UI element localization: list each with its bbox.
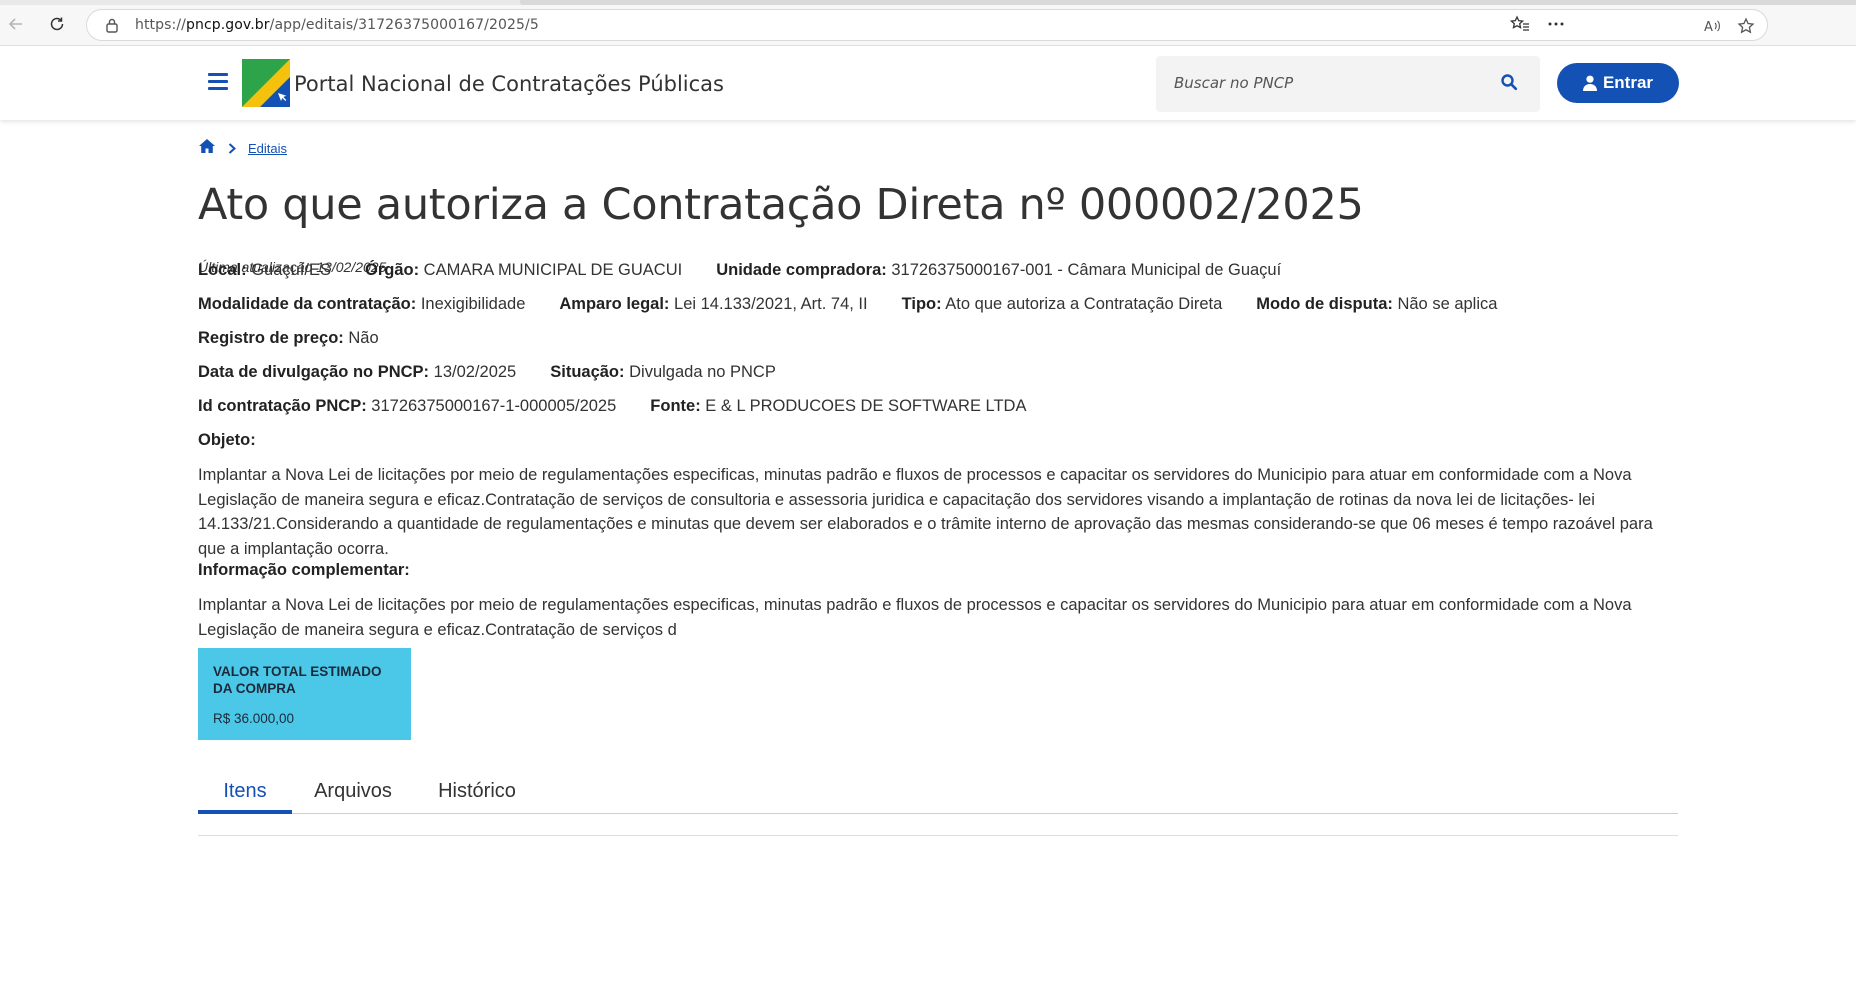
objeto-label: Objeto: bbox=[198, 431, 256, 449]
search-input[interactable]: Buscar no PNCP bbox=[1156, 56, 1540, 112]
page-title: Ato que autoriza a Contratação Direta nº… bbox=[198, 180, 1364, 230]
field-label: Id contratação PNCP: bbox=[198, 397, 367, 415]
svg-text:A: A bbox=[1704, 20, 1713, 34]
valor-total-card: VALOR TOTAL ESTIMADO DA COMPRA R$ 36.000… bbox=[198, 648, 411, 740]
field-label: Unidade compradora: bbox=[716, 261, 887, 279]
field-data-divulgacao: Data de divulgação no PNCP: 13/02/2025 bbox=[198, 363, 516, 382]
field-local: Local: Guaçuí/ES bbox=[198, 261, 331, 280]
tab-arquivos[interactable]: Arquivos bbox=[292, 776, 414, 814]
field-row-5: Id contratação PNCP: 31726375000167-1-00… bbox=[198, 397, 1066, 416]
tab-itens[interactable]: Itens bbox=[198, 776, 292, 814]
field-label: Local: bbox=[198, 261, 247, 279]
valor-total-label: VALOR TOTAL ESTIMADO DA COMPRA bbox=[213, 664, 382, 696]
field-value: Não bbox=[348, 329, 379, 347]
field-fonte: Fonte: E & L PRODUCOES DE SOFTWARE LTDA bbox=[650, 397, 1026, 416]
field-label: Fonte: bbox=[650, 397, 701, 415]
favorites-icon[interactable] bbox=[1508, 12, 1532, 36]
tab-historico[interactable]: Histórico bbox=[414, 776, 540, 814]
objeto-text: Implantar a Nova Lei de licitações por m… bbox=[198, 466, 1653, 558]
field-id-contratacao: Id contratação PNCP: 31726375000167-1-00… bbox=[198, 397, 616, 416]
field-row-2: Modalidade da contratação: Inexigibilida… bbox=[198, 295, 1537, 314]
login-label: Entrar bbox=[1602, 73, 1654, 92]
url-host: pncp.gov.br bbox=[185, 17, 270, 33]
field-orgao: Órgão: CAMARA MUNICIPAL DE GUACUI bbox=[365, 261, 682, 280]
field-row-4: Data de divulgação no PNCP: 13/02/2025 S… bbox=[198, 363, 816, 382]
field-situacao: Situação: Divulgada no PNCP bbox=[550, 363, 776, 382]
field-tipo: Tipo: Ato que autoriza a Contratação Dir… bbox=[902, 295, 1223, 314]
field-label: Modo de disputa: bbox=[1256, 295, 1393, 313]
informacao-complementar-label: Informação complementar: bbox=[198, 561, 410, 579]
home-icon[interactable] bbox=[198, 138, 216, 159]
field-label: Amparo legal: bbox=[559, 295, 670, 313]
field-value: Ato que autoriza a Contratação Direta bbox=[945, 295, 1223, 313]
field-row-1: Local: Guaçuí/ES Órgão: CAMARA MUNICIPAL… bbox=[198, 261, 1321, 280]
field-modalidade: Modalidade da contratação: Inexigibilida… bbox=[198, 295, 525, 314]
site-header: Portal Nacional de Contratações Públicas… bbox=[0, 46, 1856, 120]
tab-strip-right bbox=[520, 0, 1856, 5]
site-title[interactable]: Portal Nacional de Contratações Públicas bbox=[294, 72, 724, 96]
field-value: E & L PRODUCOES DE SOFTWARE LTDA bbox=[705, 397, 1027, 415]
reload-icon[interactable] bbox=[45, 12, 69, 36]
favorite-star-icon[interactable] bbox=[1735, 15, 1757, 37]
browser-chrome: https://pncp.gov.br/app/editais/31726375… bbox=[0, 0, 1856, 46]
field-label: Tipo: bbox=[901, 295, 942, 313]
field-value: Lei 14.133/2021, Art. 74, II bbox=[674, 295, 868, 313]
field-value: Não se aplica bbox=[1397, 295, 1498, 313]
field-value: Inexigibilidade bbox=[420, 295, 526, 313]
back-icon[interactable] bbox=[4, 12, 28, 36]
search-icon[interactable] bbox=[1500, 73, 1518, 96]
url-text[interactable]: https://pncp.gov.br/app/editais/31726375… bbox=[135, 17, 539, 33]
field-row-3: Registro de preço: Não bbox=[198, 329, 419, 348]
url-scheme: https:// bbox=[135, 17, 186, 33]
user-icon bbox=[1582, 75, 1597, 91]
tabs: Itens Arquivos Histórico bbox=[198, 776, 1678, 814]
more-options-icon[interactable] bbox=[1544, 12, 1568, 36]
chevron-right-icon bbox=[228, 141, 236, 157]
field-value: CAMARA MUNICIPAL DE GUACUI bbox=[423, 261, 683, 279]
lock-icon[interactable] bbox=[105, 17, 119, 38]
field-modo-disputa: Modo de disputa: Não se aplica bbox=[1256, 295, 1497, 314]
url-path: /app/editais/31726375000167/2025/5 bbox=[269, 17, 539, 33]
search-placeholder: Buscar no PNCP bbox=[1174, 74, 1294, 92]
breadcrumb-link-editais[interactable]: Editais bbox=[248, 141, 287, 156]
field-value: Divulgada no PNCP bbox=[629, 363, 776, 381]
read-aloud-icon[interactable]: A bbox=[1701, 15, 1723, 37]
divider bbox=[198, 835, 1678, 836]
field-label: Data de divulgação no PNCP: bbox=[198, 363, 430, 381]
field-label: Modalidade da contratação: bbox=[198, 295, 417, 313]
field-label: Registro de preço: bbox=[198, 329, 344, 347]
field-value: 31726375000167-1-000005/2025 bbox=[371, 397, 617, 415]
field-value: 13/02/2025 bbox=[433, 363, 517, 381]
field-label: Órgão: bbox=[364, 261, 420, 279]
field-unidade: Unidade compradora: 31726375000167-001 -… bbox=[716, 261, 1281, 280]
field-registro-preco: Registro de preço: Não bbox=[198, 329, 379, 348]
informacao-complementar-text: Implantar a Nova Lei de licitações por m… bbox=[198, 596, 1632, 639]
field-label: Situação: bbox=[550, 363, 625, 381]
breadcrumb: Editais bbox=[198, 138, 287, 159]
login-button[interactable]: Entrar bbox=[1557, 63, 1679, 103]
valor-total-value: R$ 36.000,00 bbox=[213, 711, 295, 726]
hamburger-menu-icon[interactable] bbox=[208, 73, 228, 91]
pncp-logo[interactable] bbox=[242, 59, 290, 107]
field-amparo: Amparo legal: Lei 14.133/2021, Art. 74, … bbox=[559, 295, 867, 314]
field-value: Guaçuí/ES bbox=[251, 261, 331, 279]
field-value: 31726375000167-001 - Câmara Municipal de… bbox=[891, 261, 1282, 279]
